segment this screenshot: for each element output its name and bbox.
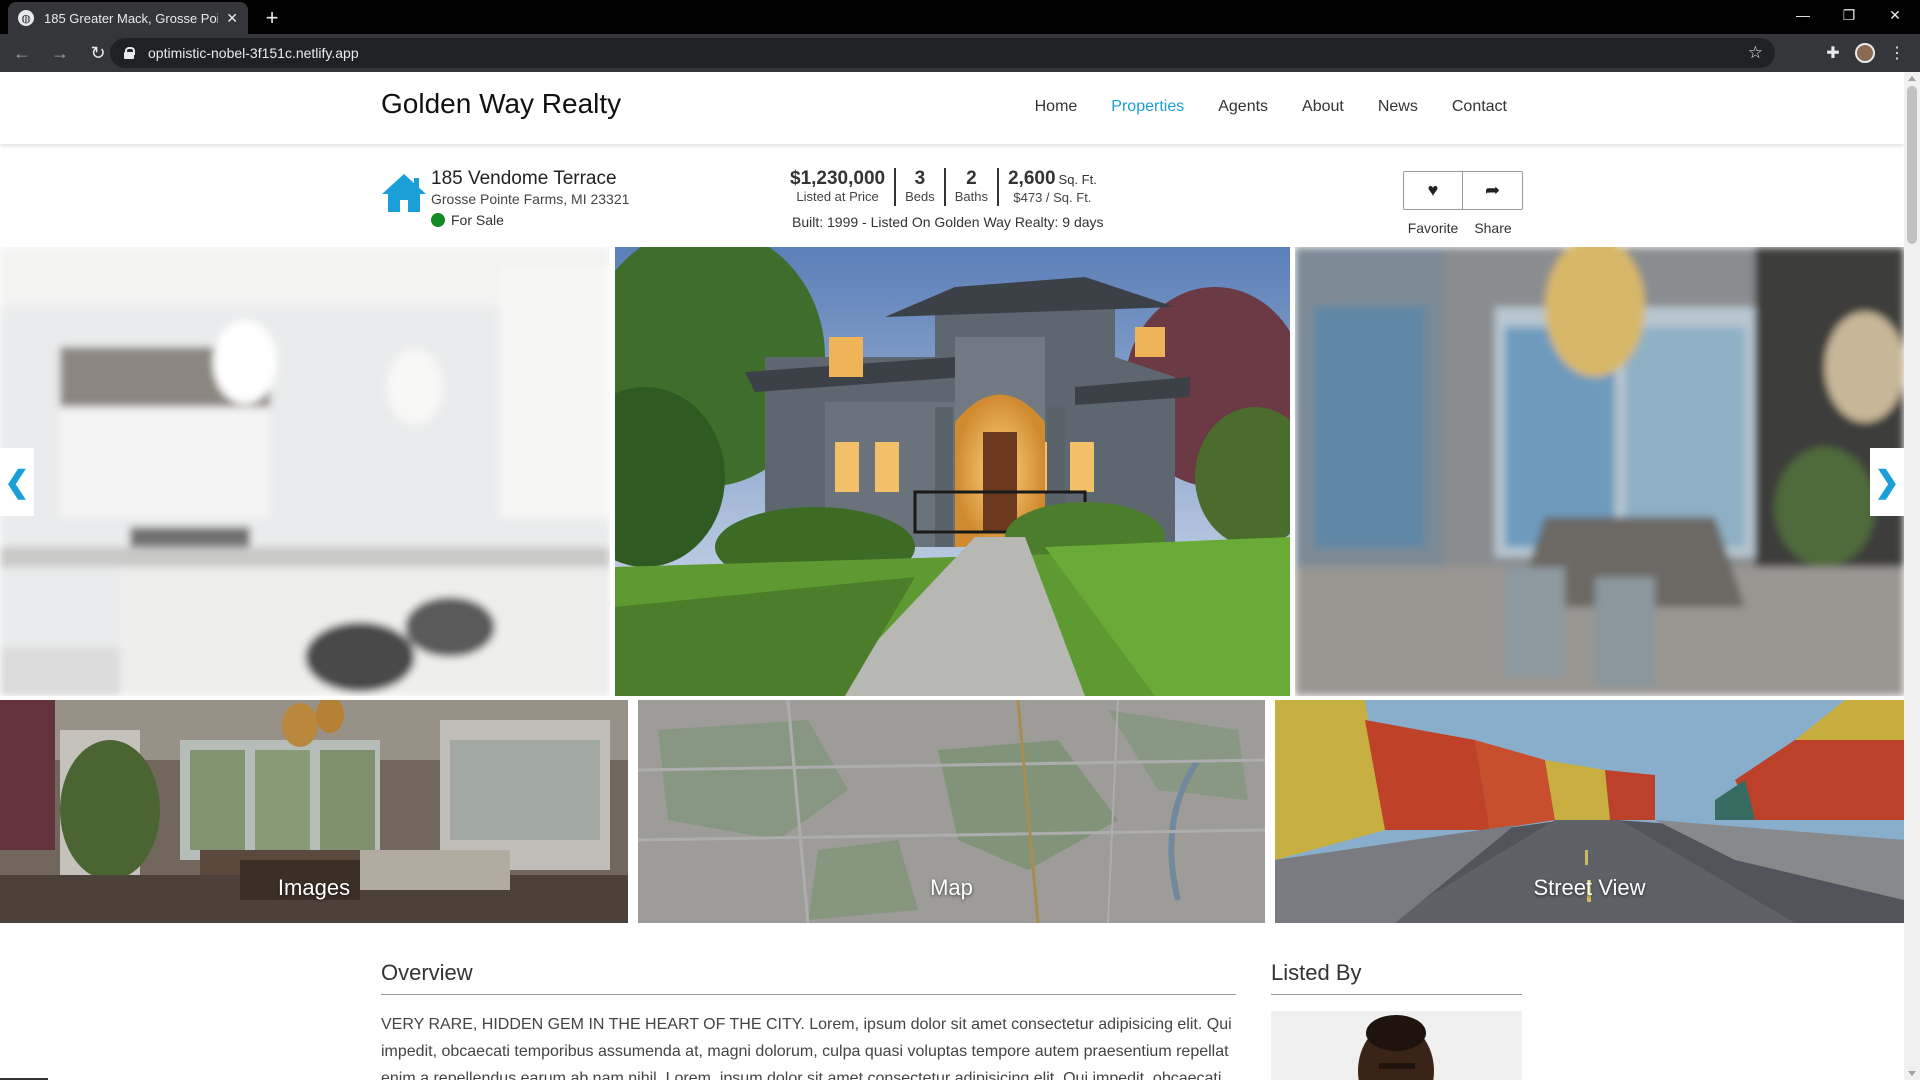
main-nav: Home Properties Agents About News Contac… [1001, 98, 1507, 116]
lock-icon [124, 47, 135, 59]
stat-price: $1,230,000 Listed at Price [790, 168, 894, 206]
page: Golden Way Realty Home Properties Agents… [0, 72, 1904, 1080]
baths-value: 2 [966, 168, 977, 189]
scroll-up-icon[interactable] [1908, 76, 1916, 81]
nav-news[interactable]: News [1378, 98, 1418, 116]
favorite-action: ♥ Favorite [1403, 171, 1463, 236]
sqft-unit: Sq. Ft. [1058, 172, 1097, 187]
share-action: ➦ Share [1463, 171, 1523, 236]
price-label: Listed at Price [796, 189, 879, 204]
share-arrow-icon: ➦ [1484, 180, 1501, 200]
close-window-icon[interactable]: ✕ [1872, 0, 1918, 30]
beds-value: 3 [914, 168, 926, 189]
url-text: optimistic-nobel-3f151c.netlify.app [148, 45, 359, 61]
images-tile[interactable]: Images [0, 700, 628, 923]
nav-home[interactable]: Home [1035, 98, 1078, 116]
restore-icon[interactable]: ❐ [1826, 0, 1872, 30]
back-icon[interactable]: ← [6, 37, 38, 69]
overview-heading: Overview [381, 960, 473, 985]
property-status: For Sale [431, 212, 504, 228]
property-stats: $1,230,000 Listed at Price 3 Beds 2 Bath… [790, 168, 1106, 206]
scrollbar-thumb[interactable] [1907, 86, 1917, 244]
share-button[interactable]: ➦ [1463, 171, 1523, 210]
gallery-prev-button[interactable]: ❮ [0, 448, 34, 516]
site-brand[interactable]: Golden Way Realty [381, 88, 621, 120]
map-tile[interactable]: Map [638, 700, 1265, 923]
bookmark-star-icon[interactable]: ☆ [1748, 43, 1763, 63]
gallery-photo-dining[interactable] [1295, 247, 1904, 696]
tab-title: 185 Greater Mack, Grosse Pointe [44, 10, 219, 26]
agent-photo[interactable] [1271, 1011, 1522, 1080]
listing-actions: ♥ Favorite ➦ Share [1403, 171, 1523, 236]
map-tile-label: Map [930, 875, 973, 900]
globe-icon: ◍ [18, 10, 34, 26]
status-dot-icon [431, 213, 445, 227]
browser-menu-icon[interactable]: ⋮ [1881, 37, 1913, 69]
minimize-icon[interactable]: — [1780, 0, 1826, 30]
images-tile-label: Images [277, 875, 351, 900]
heart-icon: ♥ [1427, 180, 1439, 200]
stat-baths: 2 Baths [943, 168, 997, 206]
baths-label: Baths [954, 189, 988, 204]
stat-beds: 3 Beds [894, 168, 944, 206]
listed-by-divider [1271, 994, 1522, 995]
property-city: Grosse Pointe Farms, MI 23321 [431, 191, 630, 207]
favorite-label: Favorite [1407, 220, 1459, 236]
beds-label: Beds [905, 189, 935, 204]
built-info: Built: 1999 - Listed On Golden Way Realt… [792, 214, 1104, 230]
nav-agents[interactable]: Agents [1218, 98, 1268, 116]
profile-avatar[interactable] [1849, 37, 1881, 69]
new-tab-button[interactable]: + [258, 4, 286, 32]
stat-sqft: 2,600 Sq. Ft. $473 / Sq. Ft. [996, 168, 1106, 206]
overview-text: VERY RARE, HIDDEN GEM IN THE HEART OF TH… [381, 1016, 1232, 1080]
property-name: 185 Vendome Terrace [431, 168, 617, 189]
site-header: Golden Way Realty Home Properties Agents… [0, 72, 1904, 144]
gallery-next-button[interactable]: ❯ [1870, 448, 1904, 516]
price-per-sqft: $473 / Sq. Ft. [1013, 190, 1092, 205]
sqft-value: 2,600 [1007, 168, 1056, 189]
media-tiles: Images Map Street View [0, 700, 1904, 923]
overview-divider [381, 994, 1236, 995]
house-icon [382, 174, 426, 212]
browser-tab[interactable]: ◍ 185 Greater Mack, Grosse Pointe ✕ [8, 2, 248, 34]
nav-about[interactable]: About [1302, 98, 1344, 116]
share-label: Share [1474, 220, 1512, 236]
gallery-photo-exterior[interactable] [615, 247, 1290, 696]
nav-properties[interactable]: Properties [1111, 98, 1184, 116]
address-bar: ← → ↻ optimistic-nobel-3f151c.netlify.ap… [0, 34, 1920, 72]
favorite-button[interactable]: ♥ [1403, 171, 1463, 210]
scroll-down-icon[interactable] [1908, 1071, 1916, 1076]
nav-contact[interactable]: Contact [1452, 98, 1507, 116]
listed-by-heading: Listed By [1271, 960, 1362, 985]
photo-gallery [0, 247, 1904, 696]
page-scrollbar[interactable] [1904, 72, 1920, 1080]
chevron-right-icon: ❯ [1874, 465, 1900, 499]
street-view-tile[interactable]: Street View [1275, 700, 1904, 923]
street-view-tile-label: Street View [1533, 875, 1646, 900]
extensions-icon[interactable]: ✚ [1817, 37, 1849, 69]
forward-icon[interactable]: → [44, 37, 76, 69]
browser-tab-bar: ◍ 185 Greater Mack, Grosse Pointe ✕ + — … [0, 0, 1920, 34]
price-value: $1,230,000 [790, 168, 886, 189]
url-input[interactable]: optimistic-nobel-3f151c.netlify.app ☆ [110, 38, 1775, 68]
chevron-left-icon: ❮ [4, 465, 30, 499]
gallery-photo-kitchen[interactable] [0, 247, 610, 696]
close-tab-icon[interactable]: ✕ [226, 10, 238, 27]
status-label: For Sale [451, 212, 504, 228]
